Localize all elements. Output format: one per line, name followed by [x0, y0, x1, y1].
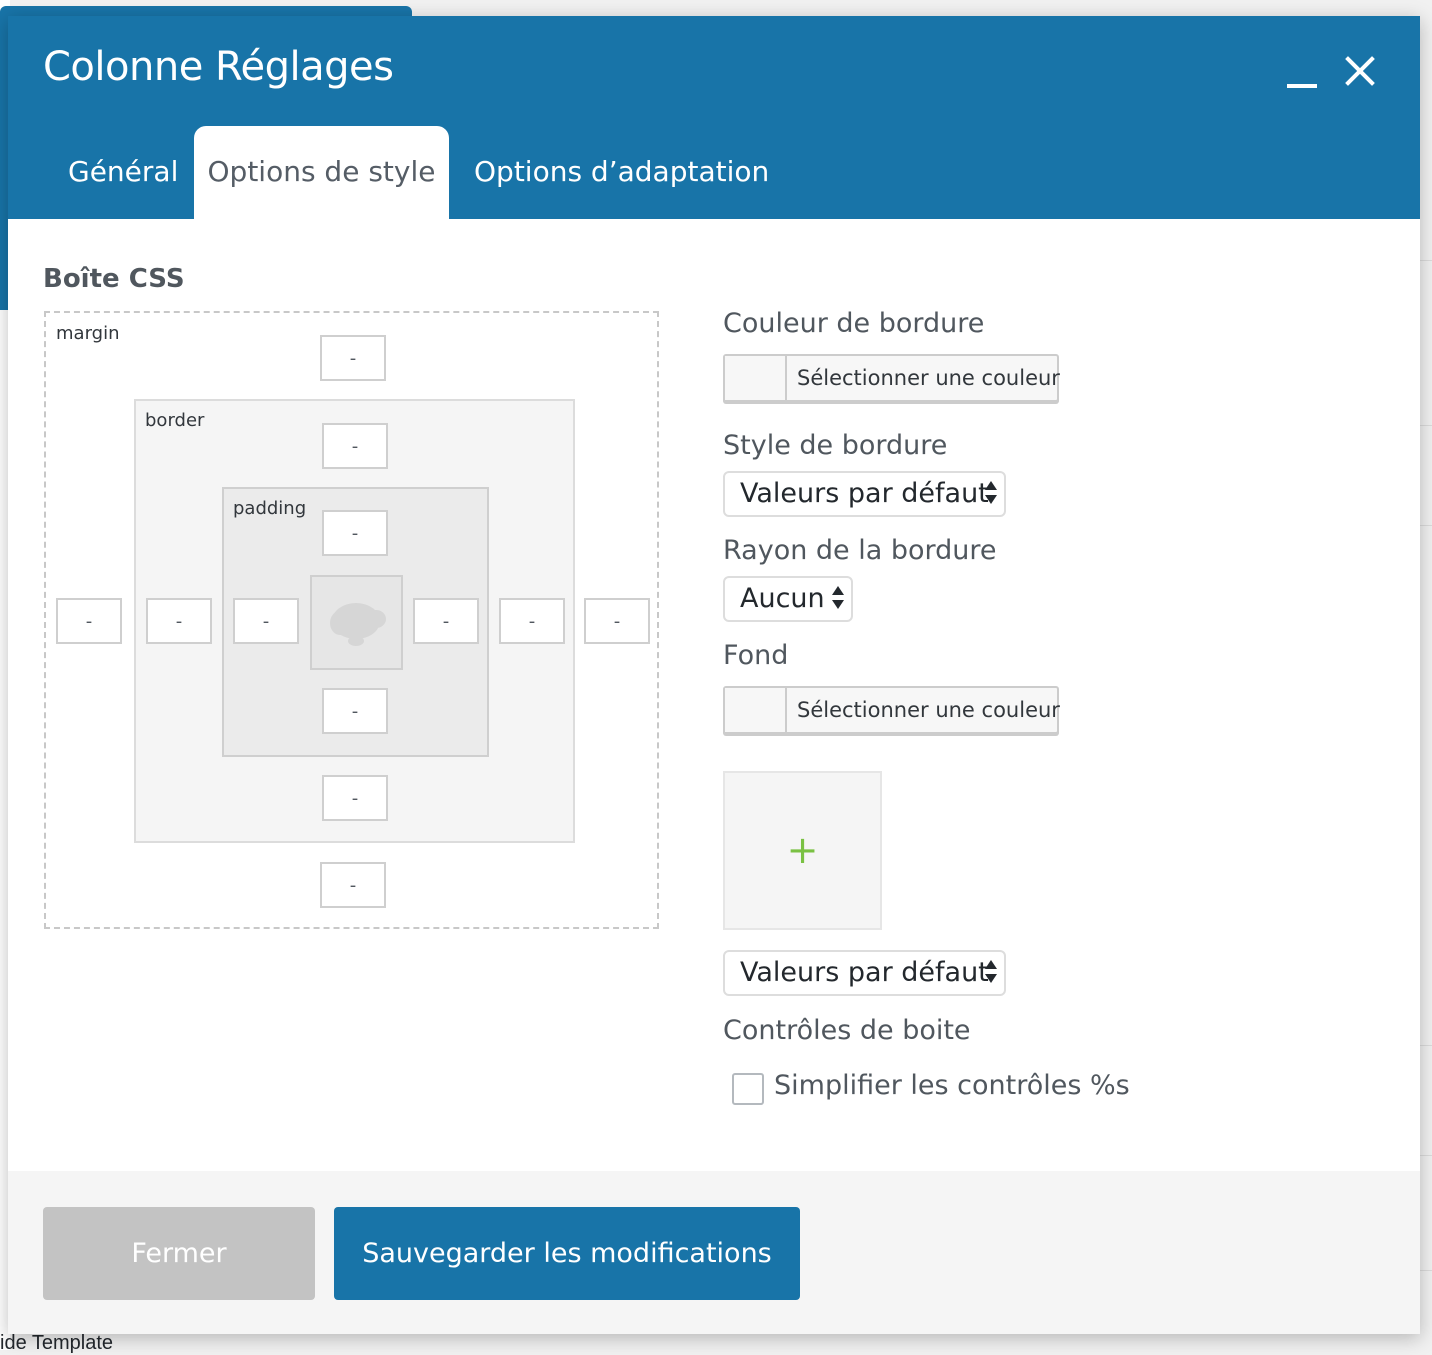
select-arrows-icon: [832, 586, 844, 614]
background-style-value: Valeurs par défaut: [740, 957, 989, 988]
border-right-input[interactable]: -: [499, 598, 565, 644]
css-box-editor: margin - - - - border - - - - padding - …: [44, 311, 659, 929]
border-radius-label: Rayon de la bordure: [723, 535, 997, 566]
background-bottom-text: ide Template: [0, 1332, 114, 1354]
border-color-button[interactable]: Sélectionner une couleur: [723, 354, 1060, 402]
css-box-title: Boîte CSS: [43, 264, 185, 294]
background-style-select[interactable]: Valeurs par défaut: [723, 950, 1006, 996]
content-placeholder-icon: [330, 603, 386, 646]
background-label: Fond: [723, 640, 789, 671]
border-color-label: Couleur de bordure: [723, 308, 985, 339]
margin-top-input[interactable]: -: [320, 335, 386, 381]
border-bottom-input[interactable]: -: [322, 775, 388, 821]
background-color-swatch: [725, 688, 787, 732]
border-radius-value: Aucun: [740, 583, 825, 614]
column-settings-modal: Colonne Réglages Général Options de styl…: [8, 16, 1420, 1334]
border-box: border - - - - padding - - - -: [134, 399, 575, 843]
modal-footer: Fermer Sauvegarder les modifications: [8, 1171, 1420, 1334]
border-style-select[interactable]: Valeurs par défaut: [723, 471, 1006, 517]
simplify-controls-checkbox[interactable]: [732, 1073, 764, 1105]
minimize-icon[interactable]: [1280, 50, 1324, 94]
tab-style-options[interactable]: Options de style: [194, 126, 449, 219]
box-controls-label: Contrôles de boite: [723, 1015, 971, 1046]
padding-top-input[interactable]: -: [322, 510, 388, 556]
tab-responsive-options[interactable]: Options d’adaptation: [474, 126, 769, 219]
background-color-button-label: Sélectionner une couleur: [797, 698, 1060, 722]
content-box: [310, 575, 403, 670]
simplify-controls-label[interactable]: Simplifier les contrôles %s: [774, 1070, 1130, 1101]
margin-label: margin: [56, 323, 120, 344]
border-color-button-label: Sélectionner une couleur: [797, 366, 1060, 390]
background-color-button[interactable]: Sélectionner une couleur: [723, 686, 1060, 734]
tab-general[interactable]: Général: [68, 126, 178, 219]
margin-bottom-input[interactable]: -: [320, 862, 386, 908]
close-button[interactable]: Fermer: [43, 1207, 315, 1300]
background-sidebar-accent: [0, 60, 8, 310]
padding-box: padding - - - -: [222, 487, 489, 757]
margin-left-input[interactable]: -: [56, 598, 122, 644]
background-image-upload[interactable]: +: [723, 771, 882, 930]
select-arrows-icon: [985, 960, 997, 988]
modal-title: Colonne Réglages: [43, 44, 394, 90]
padding-left-input[interactable]: -: [233, 598, 299, 644]
border-left-input[interactable]: -: [146, 598, 212, 644]
plus-icon: +: [786, 828, 819, 872]
border-style-value: Valeurs par défaut: [740, 478, 989, 509]
padding-label: padding: [233, 498, 307, 519]
padding-right-input[interactable]: -: [413, 598, 479, 644]
border-label: border: [145, 410, 205, 431]
select-arrows-icon: [985, 481, 997, 509]
modal-header: Colonne Réglages Général Options de styl…: [8, 16, 1420, 219]
border-top-input[interactable]: -: [322, 423, 388, 469]
border-radius-select[interactable]: Aucun: [723, 576, 853, 622]
padding-bottom-input[interactable]: -: [322, 688, 388, 734]
margin-right-input[interactable]: -: [584, 598, 650, 644]
border-color-swatch: [725, 356, 787, 400]
save-button[interactable]: Sauvegarder les modifications: [334, 1207, 800, 1300]
border-style-label: Style de bordure: [723, 430, 948, 461]
close-icon[interactable]: [1338, 50, 1382, 94]
